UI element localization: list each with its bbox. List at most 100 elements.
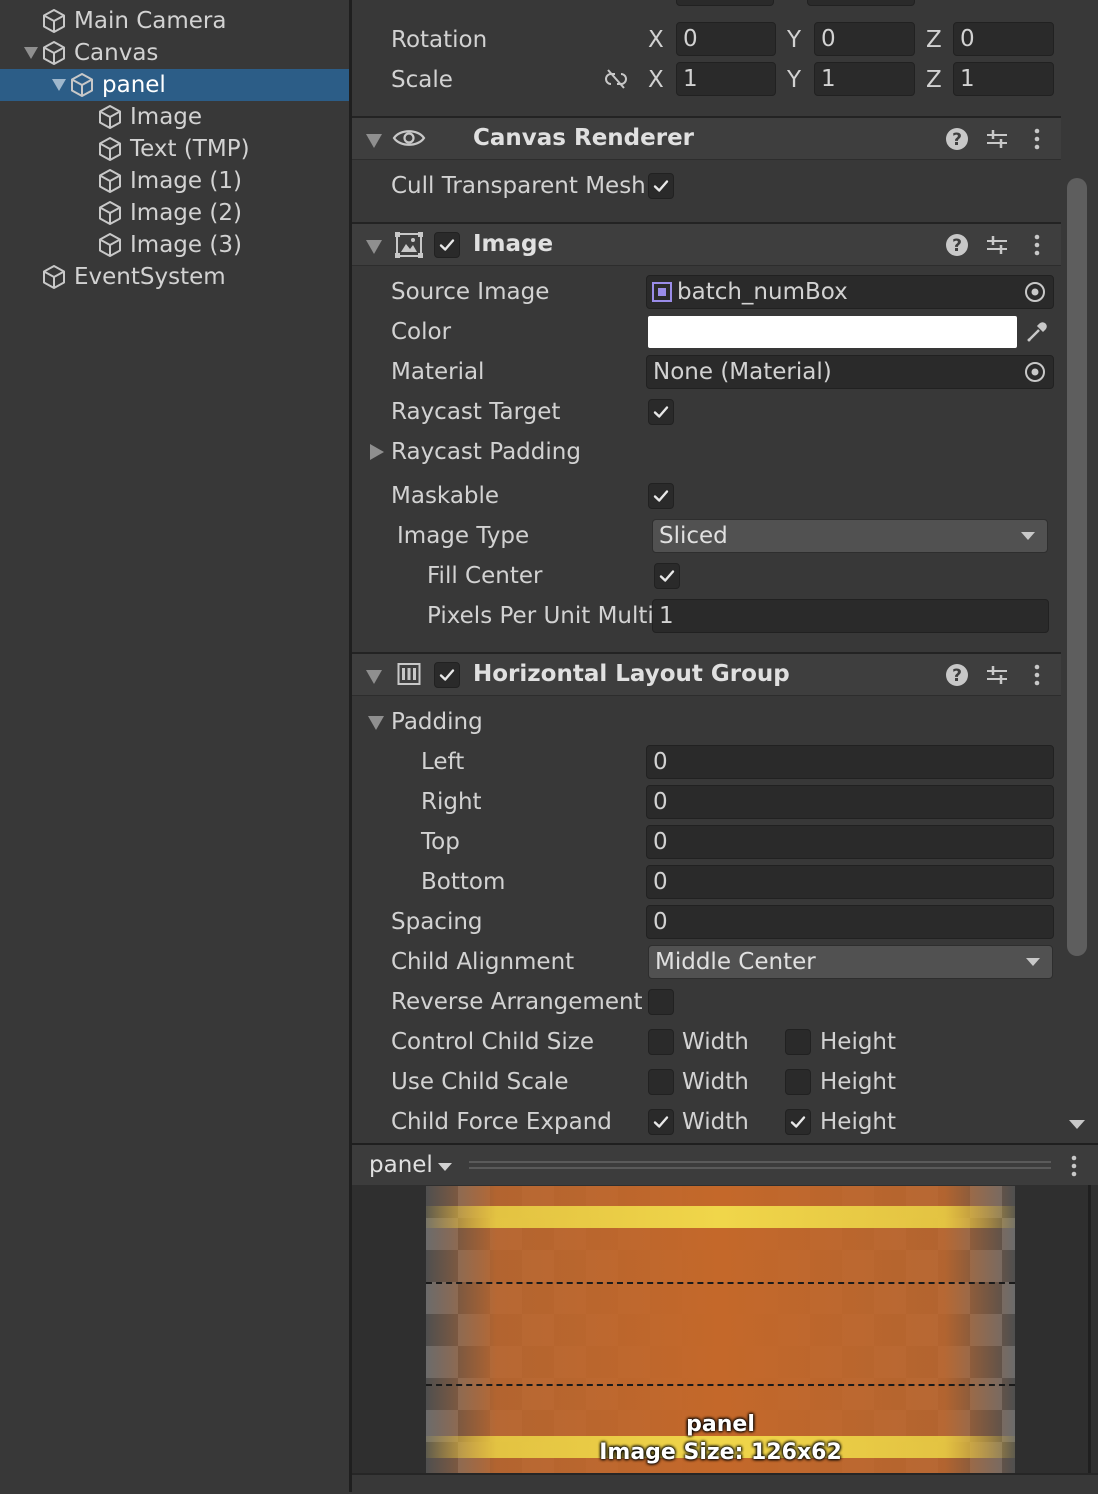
layout-group-enabled-checkbox[interactable] [434, 662, 460, 688]
rotation-y-axis-label[interactable]: Y [787, 27, 801, 53]
canvas-renderer-header[interactable]: Canvas Renderer ? [352, 116, 1061, 160]
fill-center-checkbox[interactable] [654, 563, 680, 589]
slice-border-bottom [426, 1384, 1015, 1386]
foldout-expanded-icon[interactable] [368, 716, 384, 730]
rotation-x-axis-label[interactable]: X [648, 27, 664, 53]
rotation-x-field[interactable]: 0 [676, 22, 776, 56]
help-icon[interactable]: ? [945, 127, 969, 151]
raycast-padding-label[interactable]: Raycast Padding [391, 439, 581, 465]
position-z-field-stub[interactable] [807, 0, 915, 6]
padding-right-field[interactable]: 0 [646, 785, 1054, 819]
object-picker-button[interactable] [1017, 275, 1053, 309]
foldout-expanded-icon[interactable] [366, 670, 382, 684]
sprite-icon [652, 282, 672, 302]
hierarchy-item[interactable]: Image (2) [0, 197, 349, 229]
preset-sliders-icon[interactable] [985, 233, 1009, 257]
maskable-checkbox[interactable] [648, 483, 674, 509]
hierarchy-item[interactable]: Image (1) [0, 165, 349, 197]
scale-z-axis-label[interactable]: Z [926, 67, 942, 93]
preview-drag-handle[interactable] [469, 1167, 1051, 1169]
scroll-down-arrow-icon[interactable] [1069, 1120, 1085, 1129]
more-options-icon[interactable] [1025, 127, 1049, 151]
image-component-title: Image [473, 231, 554, 257]
spacing-label: Spacing [391, 909, 483, 935]
preview-caption-name: panel [686, 1412, 755, 1437]
child-alignment-value: Middle Center [655, 949, 816, 975]
rotation-y-field[interactable]: 0 [814, 22, 915, 56]
hierarchy-item[interactable]: panel [0, 69, 349, 101]
padding-left-field[interactable]: 0 [646, 745, 1054, 779]
rotation-z-field[interactable]: 0 [953, 22, 1054, 56]
foldout-expanded-icon[interactable] [22, 46, 40, 60]
hierarchy-item-label: Main Camera [74, 8, 227, 34]
gameobject-cube-icon [40, 7, 68, 35]
child-alignment-dropdown[interactable]: Middle Center [648, 945, 1053, 979]
spacing-field[interactable]: 0 [646, 905, 1054, 939]
hierarchy-item-label: Image [130, 104, 203, 130]
eyedropper-button[interactable] [1019, 315, 1055, 349]
child-force-expand-label: Child Force Expand [391, 1109, 612, 1135]
more-options-icon[interactable] [1025, 663, 1049, 687]
scale-y-axis-label[interactable]: Y [787, 67, 801, 93]
image-enabled-checkbox[interactable] [434, 232, 460, 258]
unlink-icon[interactable] [602, 67, 630, 91]
hierarchy-item[interactable]: Image (3) [0, 229, 349, 261]
inspector-scrollbar[interactable] [1061, 0, 1098, 1140]
preset-sliders-icon[interactable] [985, 663, 1009, 687]
control-size-height-checkbox[interactable] [785, 1029, 811, 1055]
padding-top-field[interactable]: 0 [646, 825, 1054, 859]
material-field[interactable]: None (Material) [646, 355, 1054, 389]
more-options-icon[interactable] [1062, 1154, 1086, 1178]
pixels-per-unit-field[interactable]: 1 [652, 599, 1049, 633]
hierarchy-item[interactable]: Canvas [0, 37, 349, 69]
image-component-icon [395, 232, 423, 258]
padding-bottom-field[interactable]: 0 [646, 865, 1054, 899]
chevron-down-icon[interactable] [438, 1163, 452, 1171]
hierarchy-item[interactable]: EventSystem [0, 261, 349, 293]
rotation-z-axis-label[interactable]: Z [926, 27, 942, 53]
source-image-field[interactable]: batch_numBox [646, 275, 1054, 309]
gameobject-cube-icon [96, 231, 124, 259]
foldout-collapsed-icon[interactable] [370, 444, 384, 460]
use-child-scale-label: Use Child Scale [391, 1069, 569, 1095]
cull-transparent-mesh-checkbox[interactable] [648, 173, 674, 199]
use-scale-height-checkbox[interactable] [785, 1069, 811, 1095]
object-picker-button[interactable] [1017, 355, 1053, 389]
raycast-target-checkbox[interactable] [648, 399, 674, 425]
color-swatch[interactable] [648, 316, 1017, 348]
force-expand-width-checkbox[interactable] [648, 1109, 674, 1135]
control-size-width-checkbox[interactable] [648, 1029, 674, 1055]
svg-text:?: ? [952, 130, 962, 150]
layout-group-header[interactable]: Horizontal Layout Group ? [352, 652, 1061, 696]
scrollbar-thumb[interactable] [1067, 178, 1087, 956]
scale-x-field[interactable]: 1 [676, 62, 776, 96]
scale-x-axis-label[interactable]: X [648, 67, 664, 93]
scale-label: Scale [391, 67, 453, 93]
image-component-header[interactable]: Image ? [352, 222, 1061, 266]
reverse-arrangement-checkbox[interactable] [648, 989, 674, 1015]
hierarchy-item[interactable]: Image [0, 101, 349, 133]
force-expand-height-checkbox[interactable] [785, 1109, 811, 1135]
more-options-icon[interactable] [1025, 233, 1049, 257]
control-size-width-label: Width [682, 1029, 749, 1055]
foldout-expanded-icon[interactable] [366, 240, 382, 254]
padding-bottom-label: Bottom [421, 869, 506, 895]
help-icon[interactable]: ? [945, 233, 969, 257]
preview-header[interactable]: panel [352, 1143, 1098, 1185]
preview-title[interactable]: panel [369, 1152, 433, 1178]
use-scale-width-checkbox[interactable] [648, 1069, 674, 1095]
hierarchy-item[interactable]: Main Camera [0, 5, 349, 37]
scale-y-field[interactable]: 1 [814, 62, 915, 96]
preset-sliders-icon[interactable] [985, 127, 1009, 151]
preview-drag-handle[interactable] [469, 1161, 1051, 1163]
image-type-dropdown[interactable]: Sliced [652, 519, 1048, 553]
chevron-down-icon [1026, 958, 1040, 966]
padding-label[interactable]: Padding [391, 709, 483, 735]
foldout-expanded-icon[interactable] [50, 78, 68, 92]
foldout-expanded-icon[interactable] [366, 134, 382, 148]
scale-z-field[interactable]: 1 [953, 62, 1054, 96]
hierarchy-item-label: Text (TMP) [130, 136, 250, 162]
hierarchy-item[interactable]: Text (TMP) [0, 133, 349, 165]
help-icon[interactable]: ? [945, 663, 969, 687]
position-y-field-stub[interactable] [676, 0, 774, 6]
